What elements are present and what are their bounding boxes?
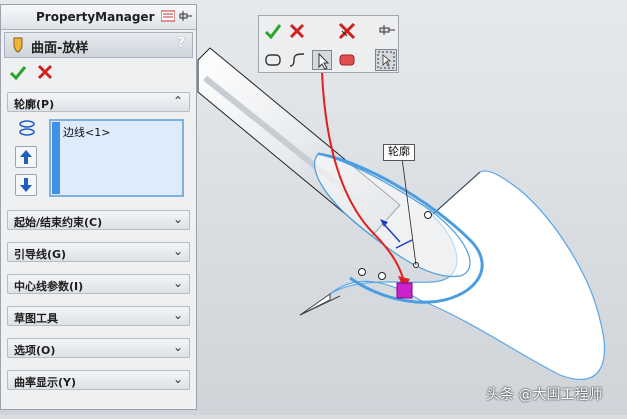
section-label: 选项(O) xyxy=(14,344,56,357)
section-label: 曲率显示(Y) xyxy=(14,376,77,389)
section-label: 中心线参数(I) xyxy=(14,280,84,293)
section-curvature-display[interactable]: 曲率显示(Y) ⌄ xyxy=(7,370,190,390)
cancel-icon[interactable] xyxy=(287,21,307,41)
pin-icon[interactable] xyxy=(377,21,397,41)
section-sketch-tools[interactable]: 草图工具 ⌄ xyxy=(7,306,190,326)
panel-title: PropertyManager xyxy=(36,10,155,24)
arrow-down-icon xyxy=(20,178,32,192)
profile-list[interactable]: 边线<1> xyxy=(49,119,184,197)
section-options[interactable]: 选项(O) ⌄ xyxy=(7,338,190,358)
config-icon[interactable] xyxy=(161,10,175,22)
property-manager: PropertyManager 曲面-放样 ? 轮廓(P) ⌃ 边线<1> 起始… xyxy=(0,4,197,410)
property-manager-tab[interactable]: PropertyManager xyxy=(1,5,196,30)
help-icon[interactable]: ? xyxy=(177,35,185,51)
selected-point-marker xyxy=(396,282,413,299)
select-loop-icon[interactable] xyxy=(263,50,283,70)
select-other-icon[interactable] xyxy=(312,50,332,70)
profile-section-body: 边线<1> xyxy=(7,116,190,202)
watermark-text: 头条 @大国工程师 xyxy=(486,387,603,403)
chevron-up-icon[interactable]: ⌃ xyxy=(173,94,183,108)
profile-callout[interactable]: 轮廓 xyxy=(383,144,415,161)
move-down-button[interactable] xyxy=(15,174,37,196)
loft-surface-icon xyxy=(13,37,23,53)
select-chain-icon[interactable] xyxy=(287,50,307,70)
feature-name: 曲面-放样 xyxy=(31,41,89,56)
chevron-down-icon[interactable]: ⌄ xyxy=(173,244,183,258)
select-region-icon[interactable] xyxy=(337,50,357,70)
clear-selections-icon[interactable] xyxy=(337,21,357,41)
chevron-down-icon[interactable]: ⌄ xyxy=(173,308,183,322)
chevron-down-icon[interactable]: ⌄ xyxy=(173,276,183,290)
profile-icon xyxy=(19,120,35,136)
section-label: 起始/结束约束(C) xyxy=(14,216,103,229)
list-item[interactable]: 边线<1> xyxy=(63,124,110,140)
pin-icon[interactable] xyxy=(179,10,193,22)
chevron-down-icon[interactable]: ⌄ xyxy=(173,340,183,354)
section-profile[interactable]: 轮廓(P) ⌃ xyxy=(7,92,190,112)
chevron-down-icon[interactable]: ⌄ xyxy=(173,212,183,226)
section-centerline-parameters[interactable]: 中心线参数(I) ⌄ xyxy=(7,274,190,294)
section-profile-label: 轮廓(P) xyxy=(14,98,55,111)
ok-icon[interactable] xyxy=(263,21,283,41)
feature-header: 曲面-放样 ? xyxy=(4,32,193,58)
section-start-end-constraints[interactable]: 起始/结束约束(C) ⌄ xyxy=(7,210,190,230)
list-focus-bar xyxy=(52,122,60,194)
section-label: 引导线(G) xyxy=(14,248,67,261)
section-guide-curves[interactable]: 引导线(G) ⌄ xyxy=(7,242,190,262)
arrow-up-icon xyxy=(20,150,32,164)
selection-filter-icon[interactable] xyxy=(375,49,397,71)
cancel-icon[interactable] xyxy=(37,64,53,80)
ok-cancel-row xyxy=(1,60,196,84)
move-up-button[interactable] xyxy=(15,146,37,168)
chevron-down-icon[interactable]: ⌄ xyxy=(173,372,183,386)
section-label: 草图工具 xyxy=(14,312,58,325)
ok-icon[interactable] xyxy=(9,64,27,80)
context-toolbar xyxy=(258,15,399,73)
